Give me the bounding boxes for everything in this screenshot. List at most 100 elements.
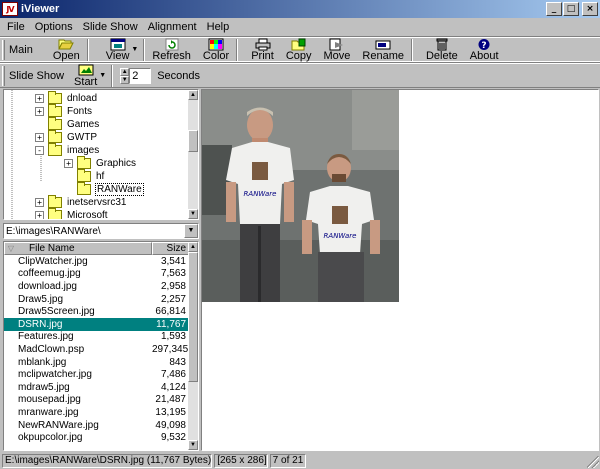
file-size: 21,487 — [155, 394, 186, 406]
file-row[interactable]: coffeemug.jpg 7,563 — [4, 268, 190, 281]
tree-item[interactable]: - images — [35, 143, 100, 157]
refresh-icon — [164, 38, 180, 51]
file-size: 843 — [169, 356, 186, 368]
expand-icon[interactable]: + — [35, 198, 44, 207]
start-dropdown-arrow-icon[interactable]: ▼ — [99, 72, 106, 79]
copy-icon — [291, 38, 307, 51]
delete-button[interactable]: Delete — [422, 38, 462, 62]
tree-item[interactable]: + dnload — [35, 91, 98, 105]
view-dropdown-arrow-icon[interactable]: ▼ — [131, 46, 138, 53]
folder-icon — [48, 208, 62, 219]
file-list[interactable]: ▽ File Name Size ClipWatcher.jpg 3,541 cof… — [3, 241, 199, 451]
tree-item[interactable]: + GWTP — [35, 130, 98, 144]
menu-help[interactable]: Help — [202, 21, 235, 33]
tree-item[interactable]: + Graphics — [64, 156, 137, 170]
scroll-down-icon[interactable]: ▼ — [188, 209, 198, 219]
file-row[interactable]: mclipwatcher.jpg 7,486 — [4, 368, 190, 381]
file-row[interactable]: mranware.jpg 13,195 — [4, 406, 190, 419]
toolbar-grip[interactable] — [2, 65, 5, 86]
scroll-thumb[interactable] — [188, 252, 198, 382]
expand-icon[interactable]: + — [35, 211, 44, 219]
folder-icon — [48, 117, 62, 130]
scroll-thumb[interactable] — [188, 130, 198, 152]
toolbar-separator — [143, 38, 146, 61]
minimize-button[interactable]: _ — [546, 2, 562, 16]
move-button[interactable]: Move — [320, 38, 355, 62]
folder-icon — [48, 91, 62, 104]
file-size: 2,257 — [160, 293, 186, 305]
menu-options[interactable]: Options — [30, 21, 78, 33]
file-row[interactable]: DSRN.jpg 11,767 — [4, 317, 190, 331]
status-position: 7 of 21 — [269, 454, 307, 468]
tree-item-label: images — [67, 145, 100, 156]
seconds-input[interactable]: 2 — [129, 67, 152, 84]
file-row[interactable]: Features.jpg 1,593 — [4, 331, 190, 344]
resize-grip[interactable] — [587, 456, 599, 468]
file-row[interactable]: mousepad.jpg 21,487 — [4, 394, 190, 407]
close-button[interactable]: × — [582, 2, 598, 16]
scroll-up-icon[interactable]: ▲ — [188, 242, 198, 252]
expand-icon[interactable]: + — [35, 94, 44, 103]
file-list-scrollbar[interactable]: ▲ ▼ — [188, 242, 198, 450]
file-size: 66,814 — [155, 306, 186, 318]
folder-icon — [48, 143, 62, 156]
maximize-button[interactable]: □ — [563, 2, 579, 16]
copy-button[interactable]: Copy — [282, 38, 316, 62]
displayed-photo: RANWare RANWare — [202, 90, 399, 302]
toolbar-separator — [236, 38, 239, 61]
toolbar-grip[interactable] — [2, 39, 5, 60]
expand-icon[interactable]: + — [64, 159, 73, 168]
scroll-up-icon[interactable]: ▲ — [188, 90, 198, 100]
file-row[interactable]: mblank.jpg 843 — [4, 356, 190, 369]
color-button[interactable]: Color — [199, 38, 233, 62]
path-combobox[interactable]: E:\images\RANWare\ ▼ — [3, 223, 199, 239]
tree-scrollbar[interactable]: ▲ ▼ — [188, 90, 198, 219]
view-button[interactable]: View — [102, 38, 134, 62]
menu-bar: File Options Slide Show Alignment Help — [0, 18, 600, 36]
stepper-down-icon[interactable]: ▼ — [120, 75, 130, 84]
expand-icon[interactable]: + — [35, 107, 44, 116]
open-button[interactable]: Open — [49, 38, 84, 62]
toolbar-separator — [111, 64, 114, 87]
column-header-size[interactable]: Size — [152, 242, 190, 255]
menu-alignment[interactable]: Alignment — [143, 21, 202, 33]
image-view-pane[interactable]: RANWare RANWare — [201, 89, 599, 451]
file-row[interactable]: Draw5.jpg 2,257 — [4, 293, 190, 306]
tree-item[interactable]: + Fonts — [35, 104, 93, 118]
about-button[interactable]: ? About — [466, 38, 503, 62]
rename-button[interactable]: Rename — [358, 38, 408, 62]
file-row[interactable]: download.jpg 2,958 — [4, 280, 190, 293]
file-row[interactable]: Draw5Screen.jpg 66,814 — [4, 305, 190, 318]
file-name: Draw5.jpg — [18, 293, 64, 305]
sort-arrow-icon: ▽ — [7, 244, 15, 253]
file-row[interactable]: mdraw5.jpg 4,124 — [4, 381, 190, 394]
file-row[interactable]: NewRANWare.jpg 49,098 — [4, 419, 190, 432]
file-row[interactable]: okpupcolor.jpg 9,532 — [4, 431, 190, 444]
collapse-icon[interactable]: - — [35, 146, 44, 155]
start-slideshow-button[interactable]: Start — [70, 64, 101, 88]
menu-file[interactable]: File — [2, 21, 30, 33]
column-header-name[interactable]: ▽ File Name — [4, 242, 152, 255]
stepper-up-icon[interactable]: ▲ — [120, 67, 130, 76]
tree-item[interactable]: RANWare — [77, 182, 144, 196]
tree-item[interactable]: + Microsoft — [35, 208, 109, 219]
print-button[interactable]: Print — [247, 38, 278, 62]
file-row[interactable]: ClipWatcher.jpg 3,541 — [4, 255, 190, 268]
scroll-down-icon[interactable]: ▼ — [188, 440, 198, 450]
menu-slide-show[interactable]: Slide Show — [78, 21, 143, 33]
file-name: mblank.jpg — [18, 356, 67, 368]
expand-icon[interactable]: + — [35, 133, 44, 142]
seconds-stepper[interactable]: ▲ ▼ 2 — [120, 67, 152, 84]
refresh-button[interactable]: Refresh — [148, 38, 195, 62]
file-size: 11,767 — [156, 318, 186, 330]
main-toolbar: Main Open View ▼ Refresh Color Print Cop… — [0, 36, 600, 62]
path-dropdown-arrow-icon[interactable]: ▼ — [184, 224, 198, 238]
file-row[interactable]: MadClown.psp 297,345 — [4, 343, 190, 356]
file-size: 4,124 — [160, 381, 186, 393]
app-icon[interactable]: JV — [2, 2, 18, 16]
folder-icon — [77, 156, 91, 169]
window-title: iViewer — [21, 3, 60, 15]
folder-tree[interactable]: + dnload + Fonts Games + GWTP - images + Graphics h… — [3, 89, 199, 220]
trash-icon — [434, 38, 450, 51]
tree-item-label: inetservsrc31 — [67, 197, 127, 208]
